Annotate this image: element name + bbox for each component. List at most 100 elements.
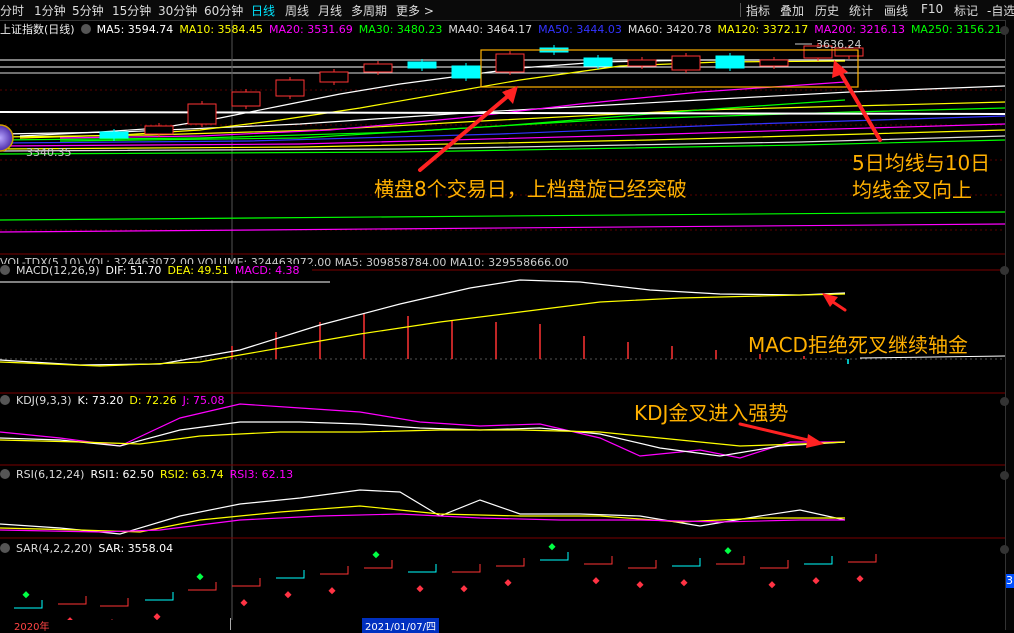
period-tab-15min[interactable]: 15分钟 [112, 2, 151, 19]
macd-legend: MACD(12,26,9) DIF: 51.70 DEA: 49.51 MACD: 4… [0, 264, 312, 280]
candle-body [407, 61, 437, 69]
sar-step [848, 554, 877, 563]
period-tab-monthly[interactable]: 月线 [318, 2, 342, 19]
low-price-label: 3340.35 [26, 146, 72, 159]
legend-value: RSI3: 62.13 [229, 468, 294, 481]
pane-settings-icon[interactable] [1000, 397, 1009, 406]
period-tab-30min[interactable]: 30分钟 [158, 2, 197, 19]
sar-step [145, 592, 174, 601]
vertical-scrollbar[interactable] [1005, 20, 1014, 630]
ma-lines [0, 59, 1005, 233]
sar-dot [372, 551, 380, 559]
sar-step [58, 596, 87, 605]
sar-dot [328, 587, 336, 595]
toolbar-divider [740, 3, 741, 17]
candle-body [275, 79, 305, 97]
rsi-legend: RSI(6,12,24) RSI1: 62.50 RSI2: 63.74 RSI3: … [0, 468, 305, 484]
gear-icon[interactable] [0, 395, 10, 405]
candle-body [363, 63, 393, 73]
candle-body [451, 65, 481, 79]
sar-step [672, 558, 701, 567]
legend-value: MACD(12,26,9) [16, 264, 100, 277]
gear-icon[interactable] [80, 24, 91, 34]
candle-body [231, 91, 261, 107]
golden-cross-caption-line1: 5日均线与10日 [852, 151, 991, 175]
pane-settings-icon[interactable] [1000, 26, 1009, 35]
sar-dot [504, 579, 512, 587]
pane-settings-icon[interactable] [1000, 471, 1009, 480]
sar-step [188, 582, 217, 591]
sar-step [804, 556, 833, 565]
gear-icon[interactable] [0, 265, 10, 275]
sar-step [540, 552, 569, 561]
overlay-button[interactable]: 叠加 [780, 2, 804, 19]
sar-step [760, 560, 789, 569]
legend-value: MA30: 3480.23 [358, 23, 443, 36]
sar-step [232, 578, 261, 587]
legend-value: DIF: 51.70 [105, 264, 162, 277]
legend-value: MA120: 3372.17 [717, 23, 809, 36]
sar-dot [284, 591, 292, 599]
sar-dot [768, 581, 776, 589]
legend-value: K: 73.20 [77, 394, 124, 407]
sar-step [628, 560, 657, 569]
period-tab-weekly[interactable]: 周线 [285, 2, 309, 19]
sar-step [100, 598, 129, 607]
period-tab-5min[interactable]: 5分钟 [72, 2, 104, 19]
macd-caption: MACD拒绝死叉继续轴金 [748, 333, 968, 357]
period-tab-timeshare[interactable]: 分时 [0, 2, 24, 19]
candle-body [187, 103, 217, 125]
candle-body [319, 71, 349, 83]
legend-value: RSI(6,12,24) [16, 468, 85, 481]
draw-line-button[interactable]: 画线 [884, 2, 908, 19]
mark-button[interactable]: 标记 [954, 2, 978, 19]
legend-value: KDJ(9,3,3) [16, 394, 72, 407]
legend-value: SAR(4,2,2,20) [16, 542, 93, 555]
f10-button[interactable]: F10 [921, 2, 943, 16]
history-button[interactable]: 历史 [815, 2, 839, 19]
legend-value: SAR: 3558.04 [98, 542, 174, 555]
stock-chart[interactable]: 3636.24 3340.35 [0, 20, 1005, 620]
logo-badge [0, 124, 14, 152]
pane-settings-icon[interactable] [1000, 266, 1009, 275]
high-price-label: 3636.24 [816, 38, 862, 51]
sar-dot [680, 579, 688, 587]
golden-cross-caption-line2: 均线金叉向上 [852, 178, 972, 202]
rsi-pane [0, 489, 846, 535]
pane-settings-icon[interactable] [1000, 545, 1009, 554]
price-tag: 3 [1006, 574, 1014, 588]
candle-body [99, 131, 129, 139]
legend-value: MA40: 3464.17 [448, 23, 533, 36]
sideways-caption: 横盘8个交易日，上档盘旋已经突破 [374, 177, 687, 201]
candle-body [671, 55, 701, 71]
period-tab-1min[interactable]: 1分钟 [34, 2, 66, 19]
sar-dot [812, 577, 820, 585]
sar-dot [416, 585, 424, 593]
legend-value: D: 72.26 [129, 394, 177, 407]
legend-value: MA60: 3420.78 [627, 23, 712, 36]
period-tab-more[interactable]: 更多 > [396, 2, 434, 19]
sideways-range-box [480, 49, 859, 88]
statistics-button[interactable]: 统计 [849, 2, 873, 19]
watchlist-button[interactable]: -自选 [987, 2, 1014, 19]
period-tab-60min[interactable]: 60分钟 [204, 2, 243, 19]
period-tab-daily[interactable]: 日线 [251, 2, 275, 19]
legend-value: MA250: 3156.21 [910, 23, 1002, 36]
gear-icon[interactable] [0, 469, 10, 479]
chevron-right-icon: > [423, 4, 434, 18]
legend-value: DEA: 49.51 [167, 264, 229, 277]
legend-value: J: 75.08 [182, 394, 225, 407]
sar-legend: SAR(4,2,2,20) SAR: 3558.04 [0, 542, 185, 558]
gear-icon[interactable] [0, 543, 10, 553]
indicator-button[interactable]: 指标 [746, 2, 770, 19]
sar-step [496, 558, 525, 567]
legend-value: MACD: 4.38 [234, 264, 300, 277]
kdj-legend: KDJ(9,3,3) K: 73.20 D: 72.26 J: 75.08 [0, 394, 237, 410]
candle-body [144, 125, 174, 135]
sar-dot [856, 575, 864, 583]
candle-body [495, 53, 525, 73]
axis-tick [230, 618, 231, 630]
sar-dot [196, 573, 204, 581]
period-tab-multi[interactable]: 多周期 [351, 2, 387, 19]
arrow-to-box [418, 86, 518, 172]
